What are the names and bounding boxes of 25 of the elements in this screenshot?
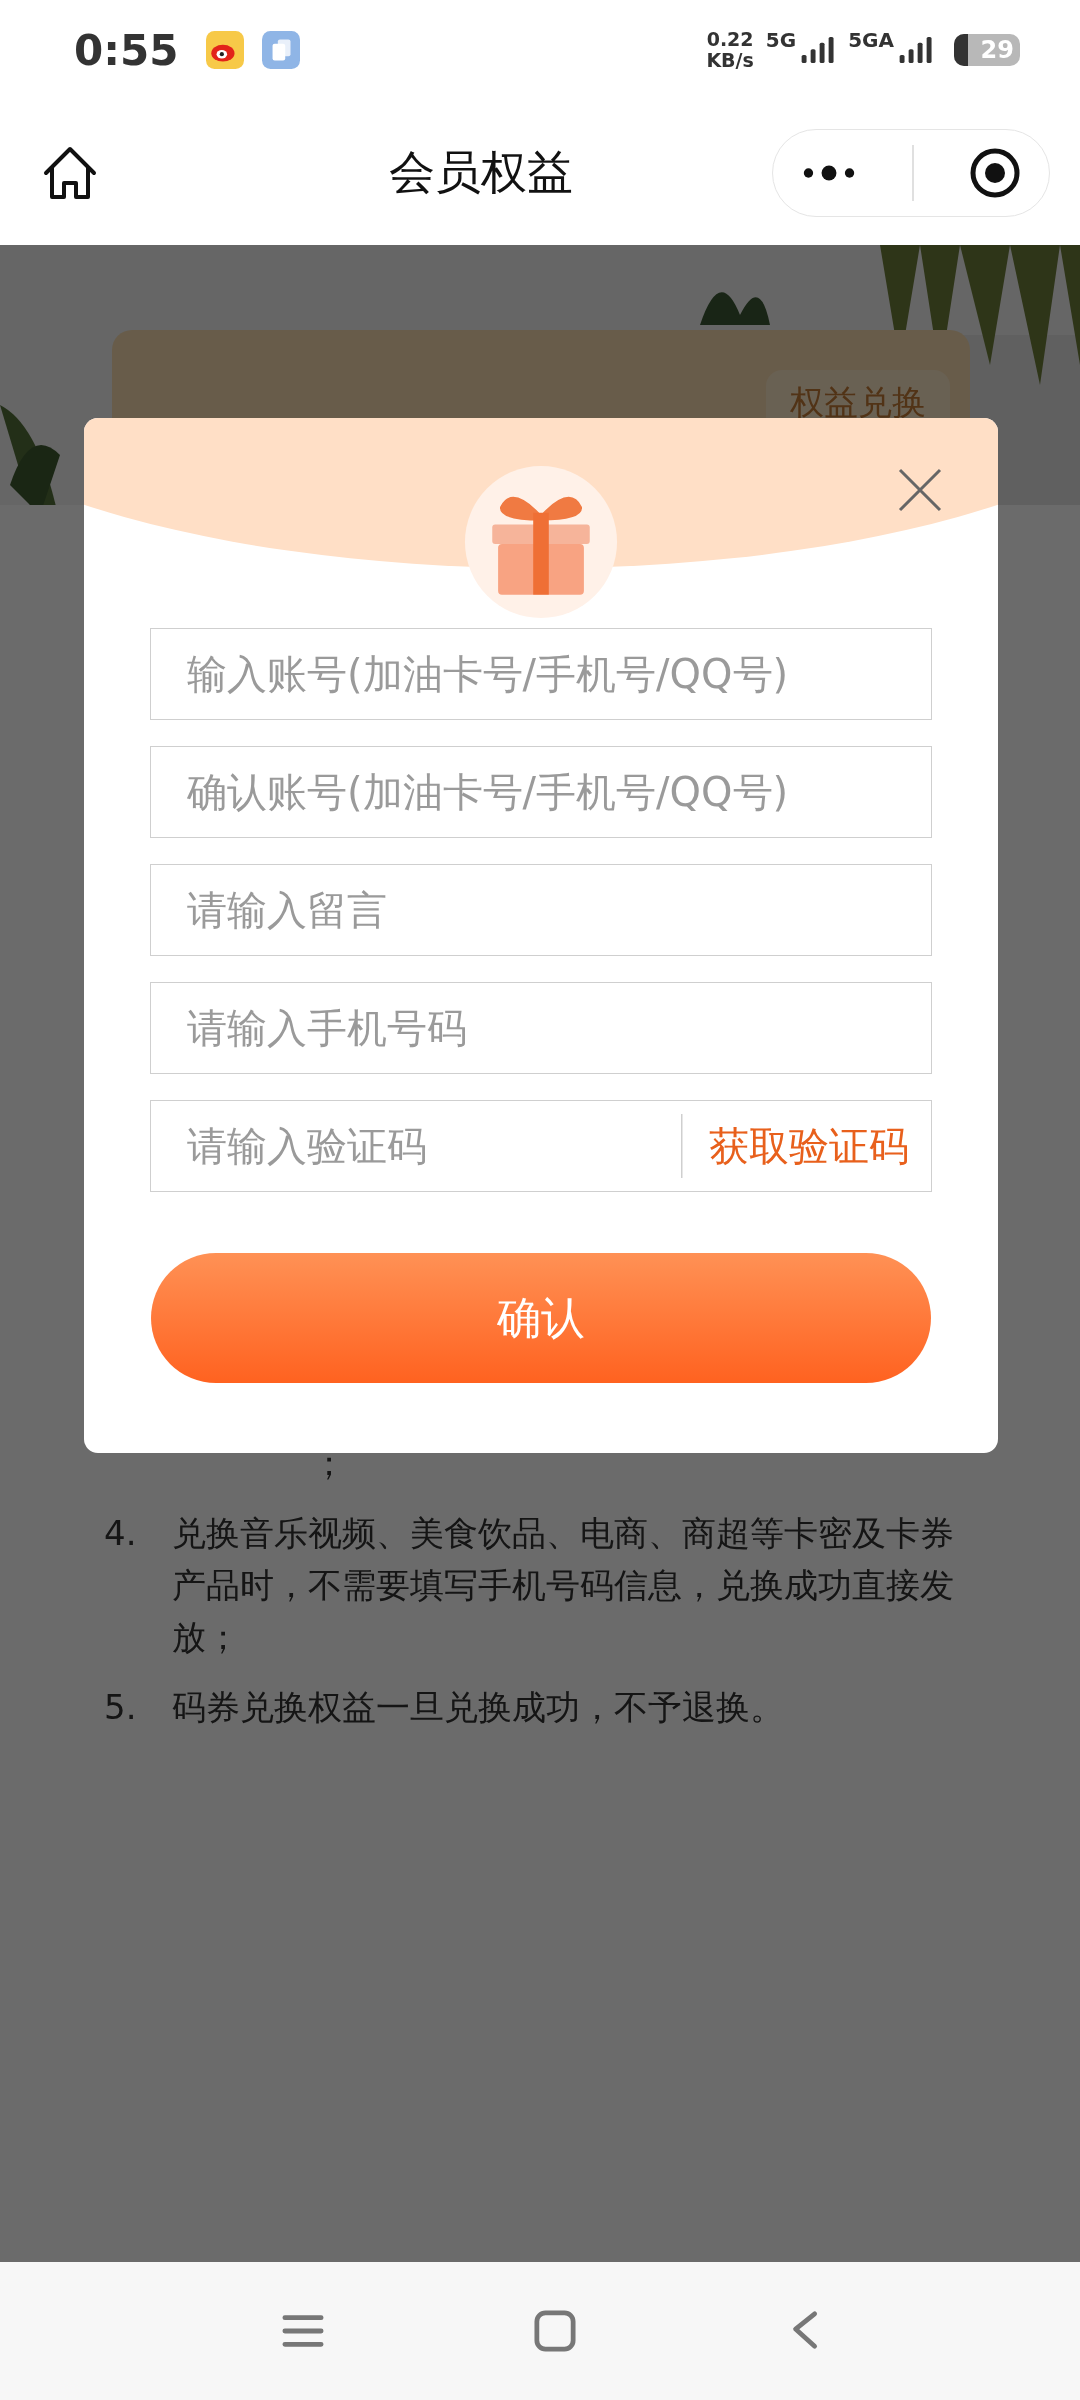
rule-text: 码券兑换权益一旦兑换成功，不予退换。: [172, 1686, 785, 1729]
copy-app-icon: [262, 31, 301, 69]
network-speed-unit: KB/s: [706, 50, 754, 71]
eye-app-icon: [206, 31, 245, 69]
network-type: 5GA: [848, 28, 894, 52]
close-target-icon[interactable]: [969, 146, 1022, 199]
gift-icon: [463, 464, 619, 620]
input-field[interactable]: 输入账号(加油卡号/手机号/QQ号): [150, 628, 932, 720]
rule-number: 5.: [104, 1686, 138, 1729]
network-speed: 0.22: [706, 29, 754, 50]
battery-indicator: 29: [954, 34, 1020, 66]
page-title: 会员权益: [388, 143, 574, 201]
input-field[interactable]: 请输入留言: [150, 864, 932, 956]
signal-icon: [898, 34, 934, 66]
network-type: 5G: [765, 28, 797, 52]
signal-icon: [800, 34, 837, 66]
input-field[interactable]: 确认账号(加油卡号/手机号/QQ号): [150, 746, 932, 838]
rule-number: 4.: [104, 1512, 138, 1555]
rule-text: ；: [312, 1442, 347, 1485]
rule-text: 兑换音乐视频、美食饮品、电商、商超等卡密及卡券产品时，不需要填写手机号码信息，兑换成功直接发放；: [172, 1512, 955, 1659]
confirm-button[interactable]: 确认: [151, 1253, 931, 1383]
status-time: 0:55: [74, 25, 179, 75]
input-field[interactable]: 请输入手机号码: [150, 982, 932, 1074]
close-icon[interactable]: [898, 468, 942, 512]
square-icon[interactable]: [534, 2310, 576, 2352]
